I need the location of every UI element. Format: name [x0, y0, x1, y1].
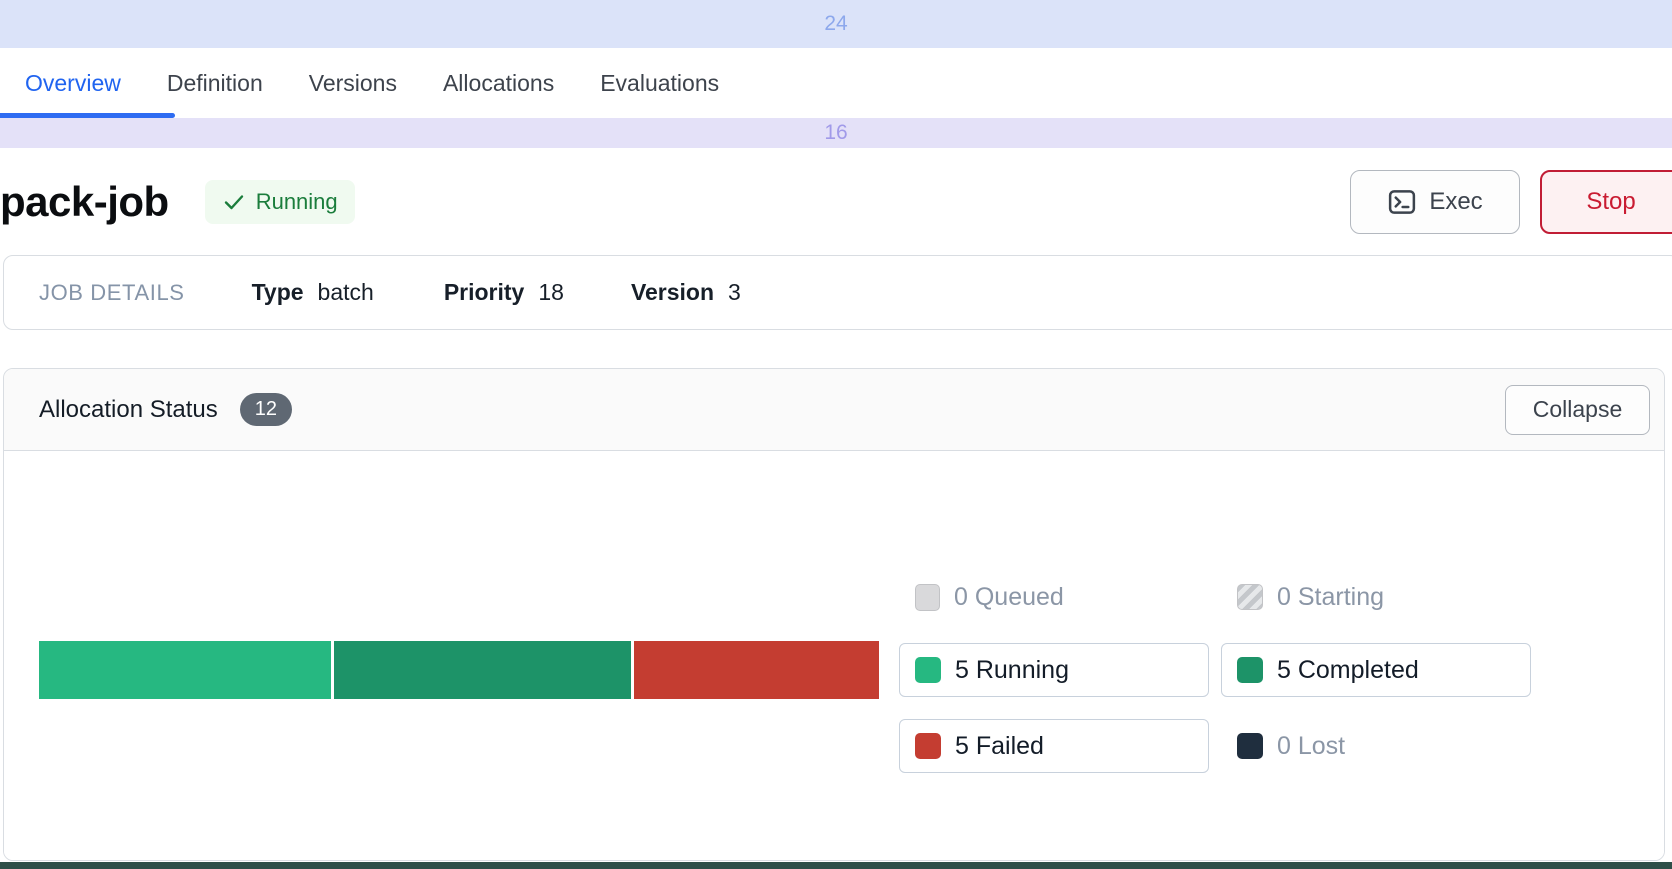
- legend-label: 0 Lost: [1277, 732, 1345, 761]
- tab-evaluations[interactable]: Evaluations: [577, 48, 742, 118]
- bar-segment-failed[interactable]: [634, 641, 879, 699]
- legend-label: 5 Completed: [1277, 656, 1419, 685]
- page-title: pack-job: [0, 178, 169, 226]
- field-value: 18: [538, 279, 564, 306]
- bar-segment-completed[interactable]: [334, 641, 631, 699]
- job-header: pack-job Running Exec Stop: [0, 148, 1672, 255]
- running-swatch-icon: [915, 657, 941, 683]
- stop-button[interactable]: Stop: [1540, 170, 1672, 234]
- allocation-status-header: Allocation Status 12 Collapse: [4, 369, 1664, 451]
- queued-swatch-icon: [915, 584, 940, 611]
- field-label: Version: [631, 279, 714, 306]
- legend-label: 0 Queued: [954, 583, 1064, 612]
- job-details-title: JOB DETAILS: [39, 280, 185, 306]
- bar-segment-running[interactable]: [39, 641, 331, 699]
- tab-versions[interactable]: Versions: [286, 48, 420, 118]
- legend-item-completed: 5 Completed: [1221, 643, 1531, 697]
- tab-allocations[interactable]: Allocations: [420, 48, 577, 118]
- legend-item-queued: 0 Queued: [899, 583, 1064, 611]
- tab-definition[interactable]: Definition: [144, 48, 286, 118]
- header-actions: Exec Stop: [1350, 170, 1672, 234]
- failed-swatch-icon: [915, 733, 941, 759]
- spacing-annotation-bottom-value: 16: [824, 121, 847, 145]
- job-details-field-type: Type batch: [252, 279, 374, 306]
- legend-label: 5 Failed: [955, 732, 1044, 761]
- check-icon: [222, 190, 246, 214]
- tab-overview[interactable]: Overview: [2, 48, 144, 118]
- stop-button-label: Stop: [1586, 188, 1635, 216]
- job-details-panel: JOB DETAILS Type batch Priority 18 Versi…: [3, 255, 1672, 330]
- terminal-icon: [1387, 187, 1417, 217]
- field-value: batch: [318, 279, 374, 306]
- legend-label: 5 Running: [955, 656, 1069, 685]
- exec-button[interactable]: Exec: [1350, 170, 1520, 234]
- status-badge: Running: [205, 180, 355, 224]
- completed-swatch-icon: [1237, 657, 1263, 683]
- field-value: 3: [728, 279, 741, 306]
- allocation-status-title: Allocation Status: [39, 396, 218, 424]
- job-details-field-version: Version 3: [631, 279, 741, 306]
- active-tab-underline: [0, 113, 175, 118]
- status-badge-label: Running: [256, 189, 338, 215]
- spacing-annotation-bottom: 16: [0, 118, 1672, 148]
- legend-item-lost: 0 Lost: [1221, 719, 1345, 773]
- spacing-annotation-top: 24: [0, 0, 1672, 48]
- allocation-status-body: 0 Queued 0 Starting 5 Running 5 Complete…: [4, 451, 1664, 860]
- exec-button-label: Exec: [1429, 188, 1482, 216]
- legend-item-starting: 0 Starting: [1221, 583, 1384, 611]
- lost-swatch-icon: [1237, 733, 1263, 759]
- collapse-button[interactable]: Collapse: [1505, 385, 1650, 435]
- window-edge-strip: [0, 862, 1672, 869]
- spacer: [0, 330, 1672, 368]
- field-label: Type: [252, 279, 304, 306]
- job-tabs: Overview Definition Versions Allocations…: [0, 48, 1672, 118]
- legend-item-failed: 5 Failed: [899, 719, 1209, 773]
- allocation-bar-chart: [39, 641, 879, 699]
- allocation-count-badge: 12: [240, 393, 292, 426]
- legend-label: 0 Starting: [1277, 583, 1384, 612]
- field-label: Priority: [444, 279, 525, 306]
- job-details-field-priority: Priority 18: [444, 279, 564, 306]
- starting-swatch-icon: [1237, 584, 1263, 610]
- spacing-annotation-top-value: 24: [824, 12, 847, 36]
- legend-item-running: 5 Running: [899, 643, 1209, 697]
- allocation-status-panel: Allocation Status 12 Collapse 0 Queued 0…: [3, 368, 1665, 861]
